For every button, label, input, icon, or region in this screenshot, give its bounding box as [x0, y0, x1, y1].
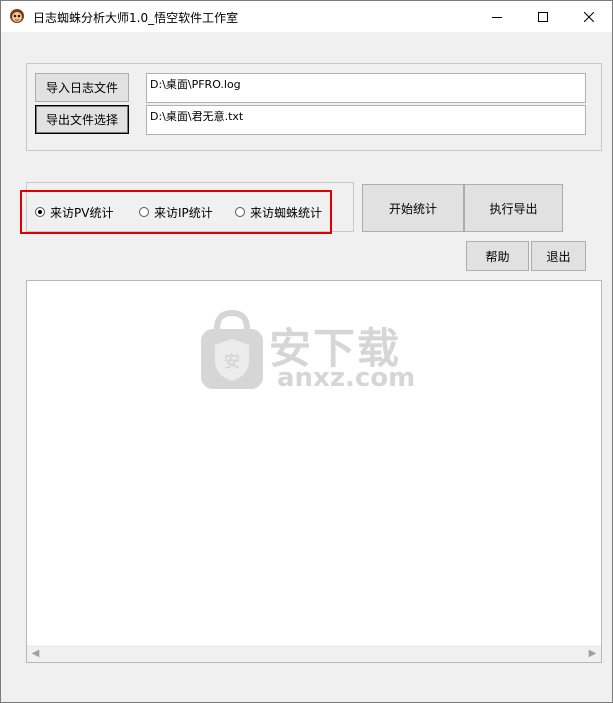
radio-pv[interactable]: 来访PV统计 [35, 205, 114, 220]
radio-unselected-icon [139, 207, 149, 217]
window-title: 日志蜘蛛分析大师1.0_悟空软件工作室 [33, 11, 239, 25]
import-log-button[interactable]: 导入日志文件 [35, 73, 129, 102]
minimize-icon [492, 16, 502, 18]
shield-bag-icon: 安 [201, 309, 263, 389]
horizontal-scrollbar[interactable]: ◀ ▶ [27, 645, 601, 662]
spider-face-icon [10, 9, 24, 23]
radio-spider[interactable]: 来访蜘蛛统计 [235, 205, 323, 220]
export-file-button[interactable]: 导出文件选择 [35, 105, 129, 134]
start-stats-button[interactable]: 开始统计 [362, 184, 464, 232]
scroll-left-icon[interactable]: ◀ [27, 645, 44, 662]
export-path-field[interactable]: D:\桌面\君无意.txt [146, 105, 586, 135]
main-window: 日志蜘蛛分析大师1.0_悟空软件工作室 导入日志文件 导出文件选择 D:\桌面\… [0, 0, 613, 703]
maximize-button[interactable] [520, 1, 566, 32]
radio-ip-label: 来访IP统计 [154, 205, 213, 220]
maximize-icon [538, 11, 548, 22]
watermark: 安 安下载 anxz.com [197, 309, 417, 395]
watermark-en: anxz.com [277, 363, 416, 393]
execute-export-button[interactable]: 执行导出 [464, 184, 563, 232]
exit-button[interactable]: 退出 [531, 241, 586, 271]
minimize-button[interactable] [474, 1, 520, 32]
radio-ip[interactable]: 来访IP统计 [139, 205, 213, 220]
help-button[interactable]: 帮助 [466, 241, 529, 271]
close-icon [584, 11, 594, 22]
scroll-right-icon[interactable]: ▶ [584, 645, 601, 662]
radio-spider-label: 来访蜘蛛统计 [250, 205, 323, 220]
close-button[interactable] [566, 1, 612, 32]
radio-unselected-icon [235, 207, 245, 217]
svg-text:安: 安 [224, 352, 240, 371]
import-path-field[interactable]: D:\桌面\PFRO.log [146, 73, 586, 103]
title-bar[interactable]: 日志蜘蛛分析大师1.0_悟空软件工作室 [1, 1, 612, 32]
radio-pv-label: 来访PV统计 [50, 205, 114, 220]
radio-selected-icon [35, 207, 45, 217]
